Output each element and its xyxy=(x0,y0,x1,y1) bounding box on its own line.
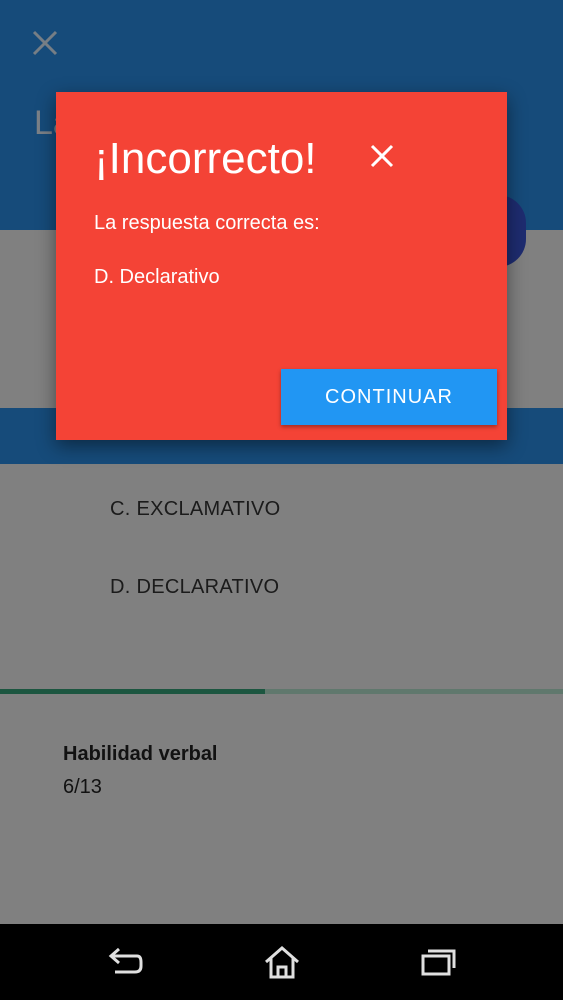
result-dialog: ¡Incorrecto! La respuesta correcta es: D… xyxy=(56,92,507,440)
home-icon[interactable] xyxy=(262,944,302,980)
continue-button[interactable]: CONTINUAR xyxy=(281,369,497,425)
close-icon[interactable] xyxy=(368,142,396,170)
app-screen: La o” C. EXCLAMATIVO D. DECLARATIVO Habi… xyxy=(0,0,563,924)
recents-icon[interactable] xyxy=(418,944,458,980)
correct-answer: D. Declarativo xyxy=(94,266,220,288)
dialog-prompt: La respuesta correcta es: xyxy=(94,212,320,234)
dialog-title: ¡Incorrecto! xyxy=(94,134,317,183)
back-icon[interactable] xyxy=(105,944,145,980)
system-nav-bar xyxy=(0,924,563,1000)
